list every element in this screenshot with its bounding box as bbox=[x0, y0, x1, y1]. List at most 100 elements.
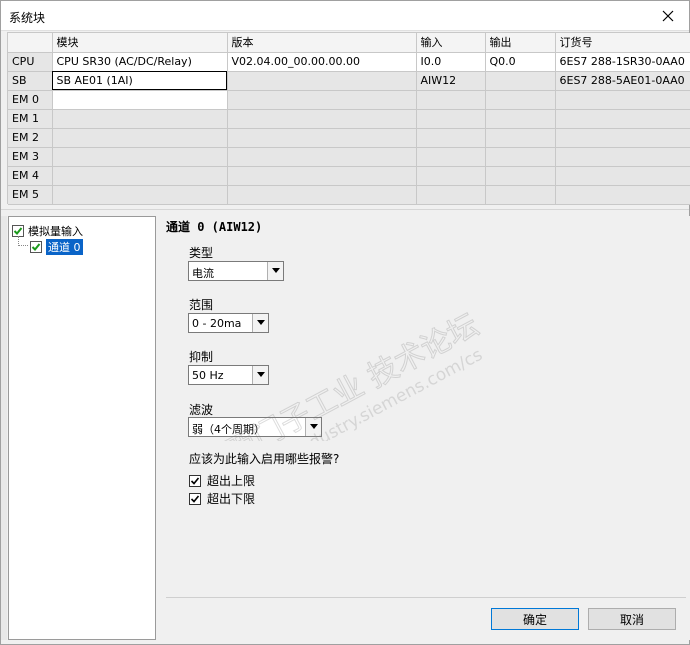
version-cell[interactable] bbox=[227, 147, 417, 167]
row-slot: EM 3 bbox=[8, 147, 53, 167]
output-cell[interactable] bbox=[485, 109, 556, 129]
table-row: EM 5 bbox=[8, 185, 690, 205]
order-cell[interactable] bbox=[555, 185, 690, 205]
module-cell[interactable] bbox=[52, 128, 228, 148]
type-label: 类型 bbox=[189, 246, 214, 260]
close-icon[interactable] bbox=[657, 5, 679, 27]
suppression-dropdown[interactable]: 50 Hz bbox=[188, 365, 269, 385]
input-cell[interactable] bbox=[416, 90, 486, 110]
output-cell[interactable] bbox=[485, 128, 556, 148]
module-cell[interactable] bbox=[52, 166, 228, 186]
column-header-input[interactable]: 输入 bbox=[416, 33, 486, 53]
range-value: 0 - 20ma bbox=[192, 317, 242, 330]
cancel-button[interactable]: 取消 bbox=[588, 608, 676, 630]
version-cell[interactable] bbox=[227, 71, 417, 91]
ok-button[interactable]: 确定 bbox=[491, 608, 579, 630]
table-row: EM 3 bbox=[8, 147, 690, 167]
row-slot: EM 5 bbox=[8, 185, 53, 205]
suppression-label: 抑制 bbox=[189, 350, 214, 364]
version-cell[interactable] bbox=[227, 90, 417, 110]
table-row: CPU CPU SR30 (AC/DC/Relay) V02.04.00_00.… bbox=[8, 52, 690, 72]
input-cell[interactable]: AIW12 bbox=[416, 71, 486, 91]
channel-settings-panel: 通道 0 (AIW12) 类型 电流 范围 0 - 20ma 抑制 50 Hz … bbox=[156, 216, 690, 640]
table-row: EM 1 bbox=[8, 109, 690, 129]
output-cell[interactable]: Q0.0 bbox=[485, 52, 556, 72]
chevron-down-icon[interactable] bbox=[305, 418, 321, 436]
version-cell[interactable] bbox=[227, 185, 417, 205]
output-cell[interactable] bbox=[485, 185, 556, 205]
order-cell[interactable] bbox=[555, 128, 690, 148]
row-slot: CPU bbox=[8, 52, 53, 72]
left-edge bbox=[1, 216, 7, 640]
module-cell-selected[interactable]: SB AE01 (1AI) bbox=[52, 71, 228, 91]
range-dropdown[interactable]: 0 - 20ma bbox=[188, 313, 269, 333]
order-cell[interactable]: 6ES7 288-5AE01-0AA0 bbox=[555, 71, 690, 91]
column-header-order[interactable]: 订货号 bbox=[555, 33, 690, 53]
module-cell[interactable] bbox=[52, 147, 228, 167]
checkbox-checked-icon[interactable] bbox=[189, 492, 201, 505]
input-cell[interactable] bbox=[416, 185, 486, 205]
tree-label-channel-0: 通道 0 bbox=[46, 239, 83, 255]
type-dropdown[interactable]: 电流 bbox=[188, 261, 284, 281]
version-cell[interactable] bbox=[227, 128, 417, 148]
column-header-version[interactable]: 版本 bbox=[227, 33, 417, 53]
output-cell[interactable] bbox=[485, 71, 556, 91]
tree-item-analog-input[interactable]: 模拟量输入 bbox=[12, 223, 83, 239]
module-cell[interactable] bbox=[52, 90, 228, 110]
channel-tree: 模拟量输入 通道 0 bbox=[8, 216, 156, 640]
tree-checkbox-channel-0[interactable] bbox=[30, 241, 42, 253]
row-slot: EM 2 bbox=[8, 128, 53, 148]
tree-item-channel-0[interactable]: 通道 0 bbox=[30, 239, 83, 255]
divider bbox=[166, 597, 686, 598]
input-cell[interactable] bbox=[416, 109, 486, 129]
filter-label: 滤波 bbox=[189, 403, 214, 417]
output-cell[interactable] bbox=[485, 90, 556, 110]
alarm-upper-checkbox[interactable]: 超出上限 bbox=[189, 472, 255, 489]
input-cell[interactable] bbox=[416, 147, 486, 167]
title-bar: 系统块 bbox=[1, 1, 689, 31]
alarm-lower-label: 超出下限 bbox=[207, 492, 256, 506]
module-cell[interactable] bbox=[52, 185, 228, 205]
filter-dropdown[interactable]: 弱（4个周期） bbox=[188, 417, 322, 437]
version-cell[interactable] bbox=[227, 166, 417, 186]
version-cell[interactable] bbox=[227, 109, 417, 129]
alarm-upper-label: 超出上限 bbox=[207, 474, 256, 488]
input-cell[interactable] bbox=[416, 166, 486, 186]
system-block-window: 系统块 模块 版本 输入 输出 订货号 CPU CPU SR30 (AC/DC/… bbox=[0, 0, 690, 645]
module-cell[interactable]: CPU SR30 (AC/DC/Relay) bbox=[52, 52, 228, 72]
order-cell[interactable] bbox=[555, 109, 690, 129]
table-row: EM 4 bbox=[8, 166, 690, 186]
column-header bbox=[8, 33, 53, 53]
module-cell[interactable] bbox=[52, 109, 228, 129]
filter-value: 弱（4个周期） bbox=[192, 423, 265, 436]
panel-heading: 通道 0 (AIW12) bbox=[166, 220, 263, 234]
input-cell[interactable] bbox=[416, 128, 486, 148]
order-cell[interactable] bbox=[555, 166, 690, 186]
column-header-module[interactable]: 模块 bbox=[52, 33, 228, 53]
tree-connector bbox=[18, 245, 28, 246]
column-header-output[interactable]: 输出 bbox=[485, 33, 556, 53]
version-cell[interactable]: V02.04.00_00.00.00.00 bbox=[227, 52, 417, 72]
alarm-lower-checkbox[interactable]: 超出下限 bbox=[189, 490, 255, 507]
output-cell[interactable] bbox=[485, 147, 556, 167]
input-cell[interactable]: I0.0 bbox=[416, 52, 486, 72]
module-table: 模块 版本 输入 输出 订货号 CPU CPU SR30 (AC/DC/Rela… bbox=[7, 32, 690, 205]
chevron-down-icon[interactable] bbox=[267, 262, 283, 280]
suppression-value: 50 Hz bbox=[192, 369, 224, 382]
chevron-down-icon[interactable] bbox=[252, 314, 268, 332]
range-label: 范围 bbox=[189, 298, 214, 312]
checkbox-checked-icon[interactable] bbox=[189, 474, 201, 487]
chevron-down-icon[interactable] bbox=[252, 366, 268, 384]
table-row: EM 0 bbox=[8, 90, 690, 110]
window-title: 系统块 bbox=[9, 11, 46, 25]
type-value: 电流 bbox=[192, 267, 214, 280]
splitter[interactable] bbox=[1, 209, 689, 214]
output-cell[interactable] bbox=[485, 166, 556, 186]
order-cell[interactable]: 6ES7 288-1SR30-0AA0 bbox=[555, 52, 690, 72]
order-cell[interactable] bbox=[555, 147, 690, 167]
row-slot: SB bbox=[8, 71, 53, 91]
alarm-question: 应该为此输入启用哪些报警? bbox=[189, 452, 340, 466]
table-header-row: 模块 版本 输入 输出 订货号 bbox=[8, 33, 690, 53]
tree-label-analog-input: 模拟量输入 bbox=[28, 225, 83, 238]
order-cell[interactable] bbox=[555, 90, 690, 110]
